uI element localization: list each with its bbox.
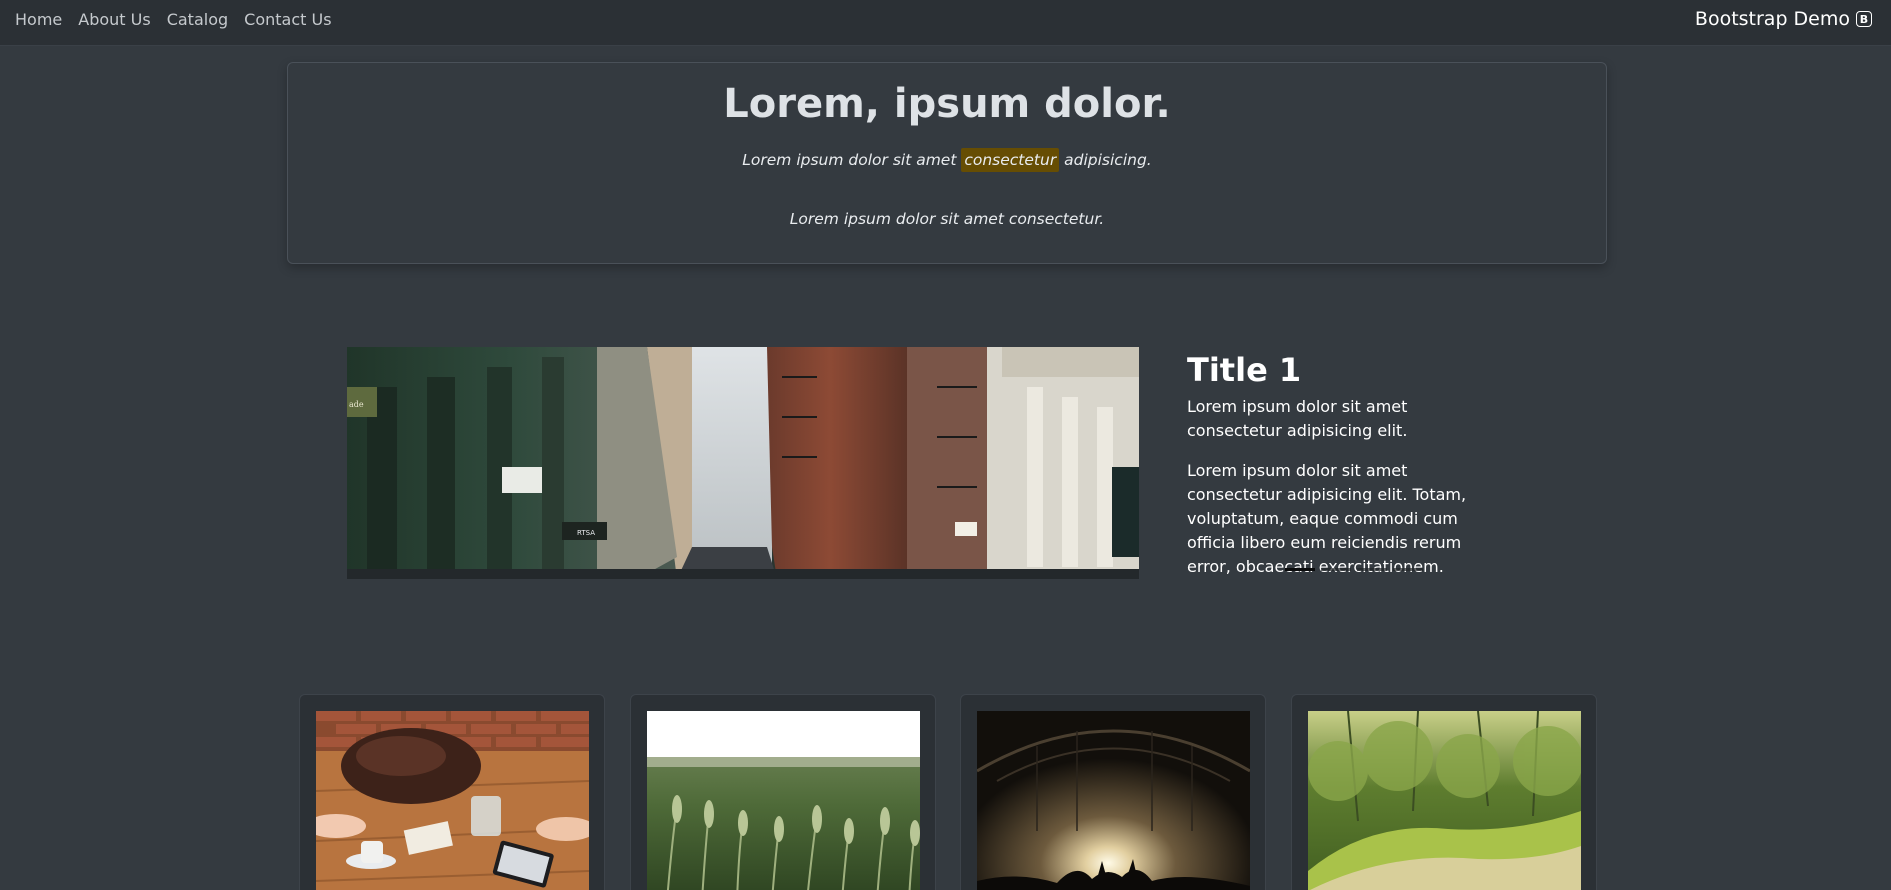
nav-links: Home About Us Catalog Contact Us — [15, 0, 332, 38]
image-awning-text: RTSA — [577, 529, 595, 537]
hero-line1-before: Lorem ipsum dolor sit amet — [742, 151, 962, 169]
carousel-title: Title 1 — [1187, 351, 1302, 389]
carousel-text-1: Lorem ipsum dolor sit amet consectetur a… — [1187, 397, 1408, 440]
carousel-indicator-1[interactable] — [1285, 568, 1315, 571]
carousel: ade RTSA Title 1 Lorem ipsum dolor sit a… — [347, 347, 1485, 579]
nav-link-catalog[interactable]: Catalog — [167, 10, 228, 29]
card-image — [1308, 711, 1581, 890]
card[interactable] — [960, 694, 1266, 890]
city-street-image: ade RTSA — [347, 347, 1139, 579]
hero-jumbotron: Lorem, ipsum dolor. Lorem ipsum dolor si… — [287, 62, 1607, 264]
carousel-slide-image[interactable]: ade RTSA — [347, 347, 1139, 579]
nav-link-contact-us[interactable]: Contact Us — [244, 10, 331, 29]
concert-hall-image — [977, 711, 1250, 890]
forest-moss-image — [1308, 711, 1581, 890]
bootstrap-icon: B — [1856, 11, 1872, 27]
card-image — [316, 711, 589, 890]
hero-title: Lorem, ipsum dolor. — [723, 81, 1171, 127]
image-sign-text: ade — [349, 400, 364, 409]
carousel-caption: Title 1 Lorem ipsum dolor sit amet conse… — [1187, 347, 1507, 579]
cafe-table-image — [316, 711, 589, 890]
navbar: Home About Us Catalog Contact Us Bootstr… — [0, 0, 1891, 46]
highlighted-text: consectetur — [961, 148, 1060, 172]
brand-label: Bootstrap Demo — [1694, 8, 1850, 30]
card-grid — [299, 694, 1597, 890]
card[interactable] — [299, 694, 605, 890]
card[interactable] — [630, 694, 936, 890]
navbar-brand[interactable]: Bootstrap Demo B — [1695, 0, 1872, 38]
hero-secondary-text: Lorem ipsum dolor sit amet consectetur. — [789, 210, 1105, 228]
nav-link-home[interactable]: Home — [15, 10, 62, 29]
hero-lead-text: Lorem ipsum dolor sit amet consectetur a… — [288, 148, 1606, 172]
hero-line1-after: adipisicing. — [1059, 151, 1152, 169]
carousel-indicator-2[interactable] — [1321, 568, 1351, 571]
carousel-indicator-3[interactable] — [1357, 568, 1387, 571]
card-image — [977, 711, 1250, 890]
carousel-indicator-4[interactable] — [1393, 568, 1423, 571]
carousel-text-2: Lorem ipsum dolor sit amet consectetur a… — [1187, 461, 1467, 576]
wheat-field-image — [647, 711, 920, 890]
nav-link-about-us[interactable]: About Us — [78, 10, 150, 29]
card-image — [647, 711, 920, 890]
carousel-indicators — [1285, 568, 1423, 571]
card[interactable] — [1291, 694, 1597, 890]
